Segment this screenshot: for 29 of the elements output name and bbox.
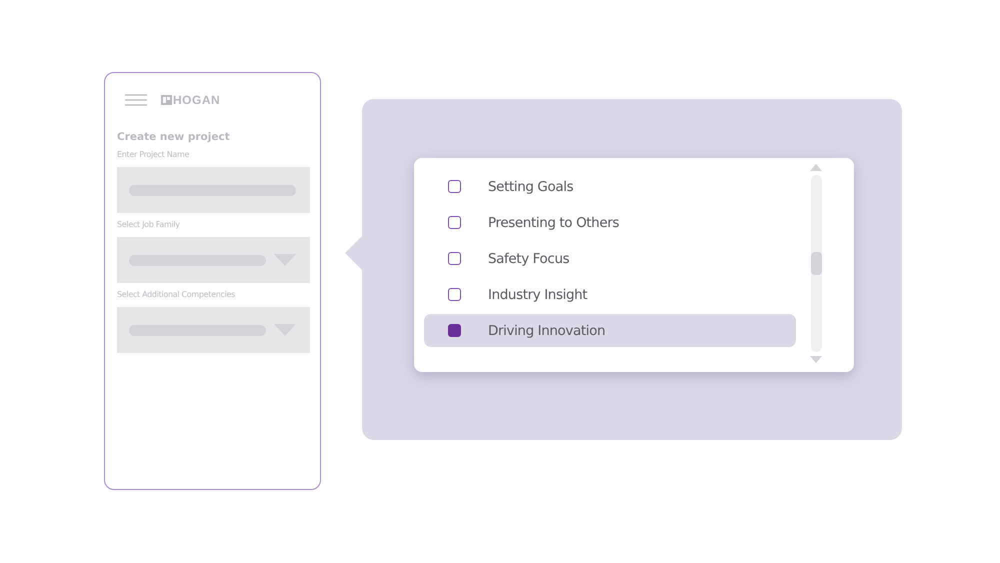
- checkbox[interactable]: [448, 180, 461, 193]
- option-label: Presenting to Others: [488, 214, 620, 230]
- option-label: Safety Focus: [488, 250, 570, 266]
- logo-icon: [161, 95, 172, 105]
- field-label: Select Job Family: [117, 220, 181, 229]
- field-label: Select Additional Competencies: [117, 290, 236, 299]
- option-item[interactable]: Safety Focus: [424, 242, 796, 275]
- option-label: Setting Goals: [488, 178, 574, 194]
- option-item[interactable]: Presenting to Others: [424, 206, 796, 239]
- input-field[interactable]: [117, 167, 310, 213]
- checkbox[interactable]: [448, 216, 461, 229]
- scrollbar-track[interactable]: [810, 175, 822, 352]
- scrollbar-thumb[interactable]: [810, 252, 822, 275]
- form-title: Create new project: [117, 131, 231, 143]
- menu-icon[interactable]: [125, 94, 147, 106]
- option-item[interactable]: Driving Innovation: [424, 314, 796, 347]
- logo-text: HOGAN: [173, 93, 220, 107]
- checkbox[interactable]: [448, 288, 461, 301]
- option-item[interactable]: Industry Insight: [424, 278, 796, 311]
- scroll-down-icon[interactable]: [810, 356, 822, 363]
- option-item[interactable]: Setting Goals: [424, 170, 796, 203]
- option-label: Industry Insight: [488, 286, 588, 302]
- field-label: Enter Project Name: [117, 150, 190, 159]
- select-field[interactable]: [117, 237, 310, 283]
- scroll-up-icon[interactable]: [810, 164, 822, 171]
- checkbox[interactable]: [448, 252, 461, 265]
- option-label: Driving Innovation: [488, 322, 606, 338]
- checkbox[interactable]: [448, 324, 461, 337]
- select-field[interactable]: [117, 307, 310, 353]
